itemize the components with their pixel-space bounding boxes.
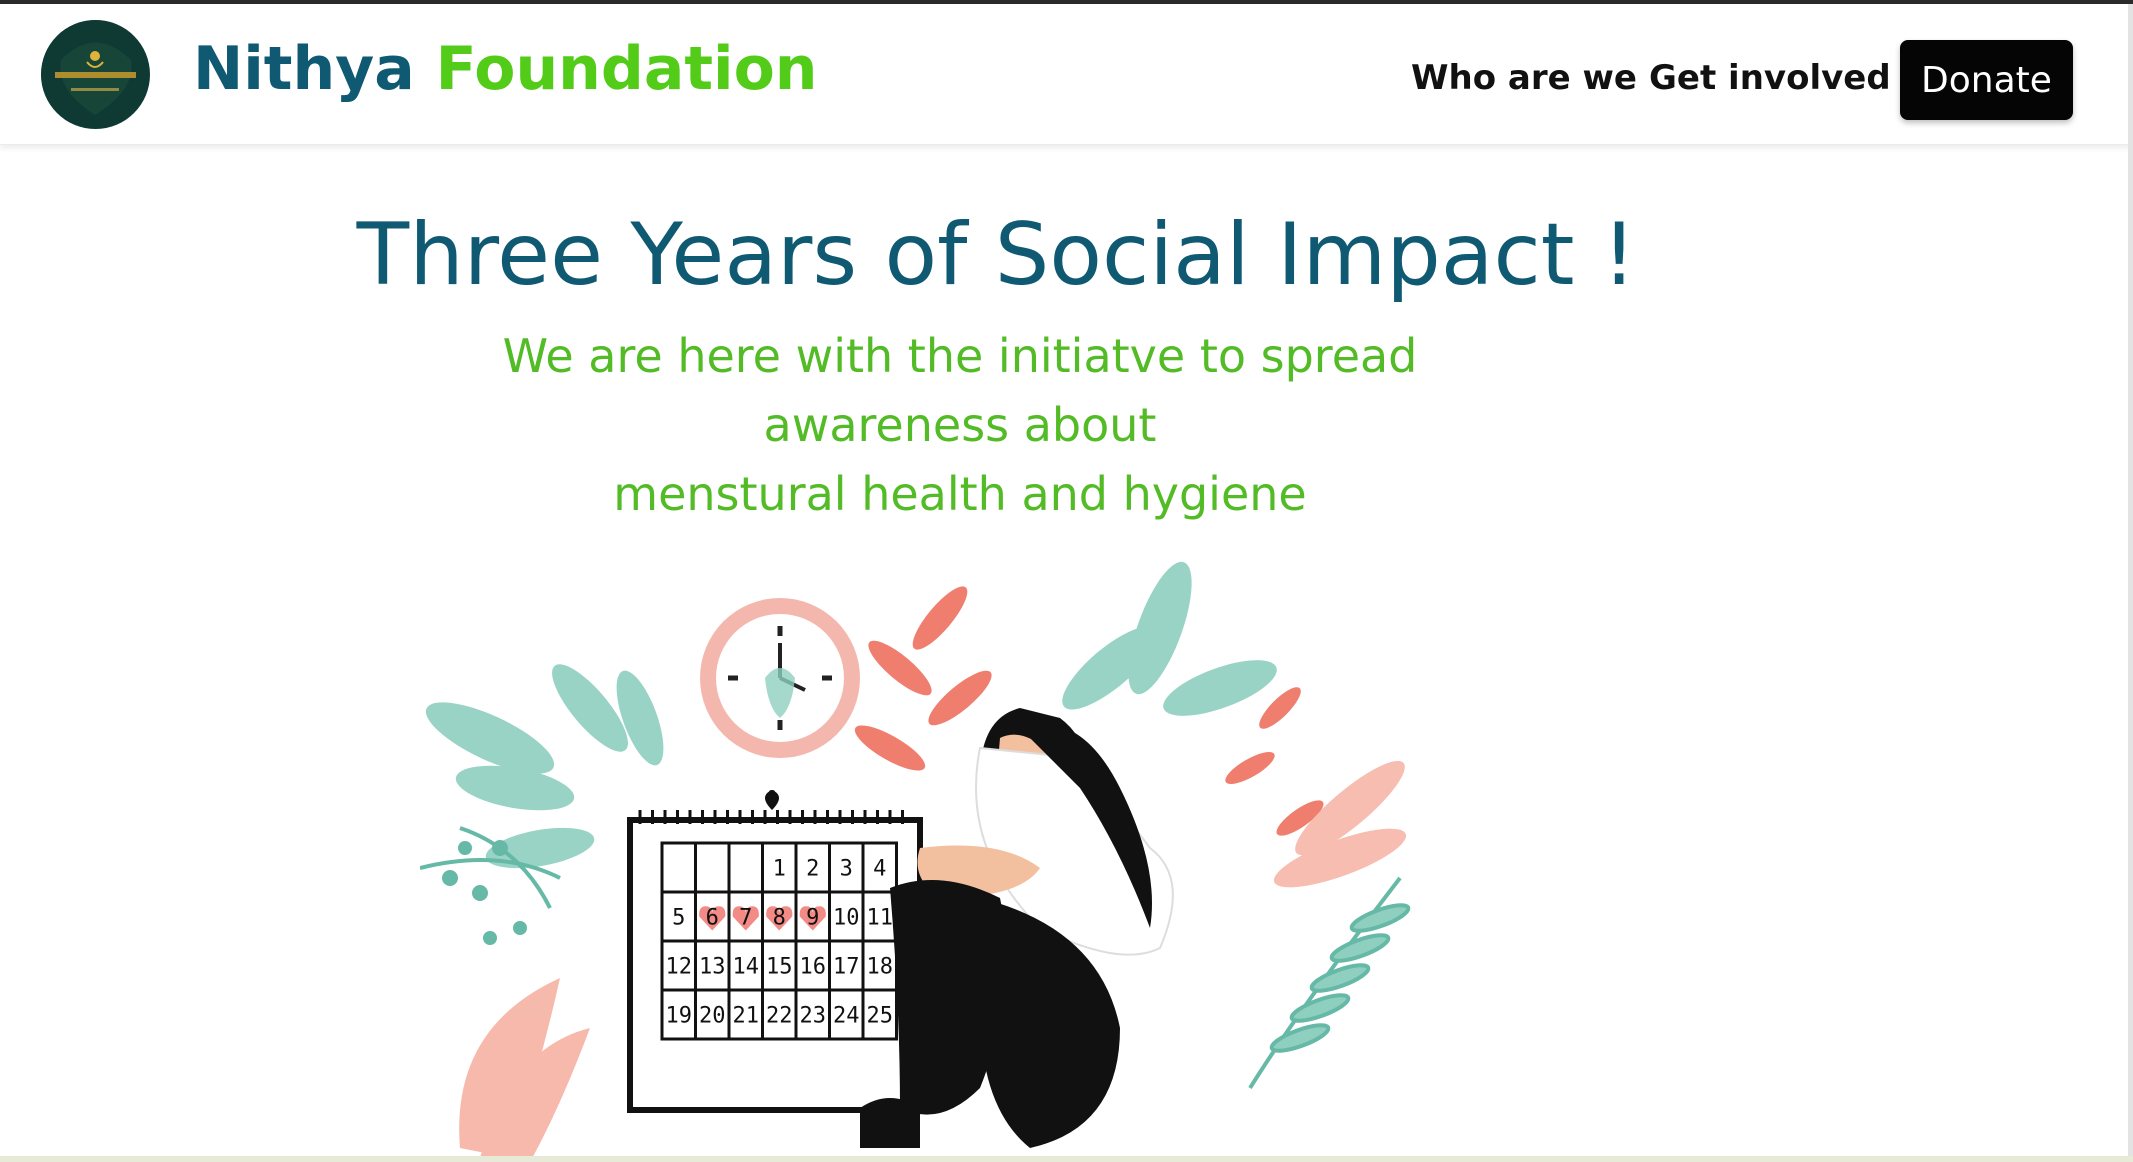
calendar-day: 6	[706, 906, 719, 931]
calendar-day: 10	[833, 906, 860, 931]
nav-who-are-we[interactable]: Who are we	[1411, 58, 1637, 98]
calendar-day: 5	[672, 906, 685, 931]
hero-title-text: Three Years of Social Impact !	[356, 205, 1637, 305]
hero-subtitle-line2: menstural health and hygiene	[613, 467, 1307, 521]
scrollbar-track[interactable]	[2128, 4, 2133, 1162]
nav-get-involved[interactable]: Get involved	[1649, 58, 1891, 98]
site-header: Nithya Foundation Who are we Get involve…	[0, 4, 2133, 145]
brand-first-word: Nithya	[193, 34, 415, 104]
calendar-day: 8	[773, 906, 786, 931]
calendar-day: 17	[833, 955, 860, 980]
calendar-day: 14	[733, 955, 760, 980]
calendar-day: 24	[833, 1004, 860, 1029]
calendar-day: 9	[806, 906, 819, 931]
logo-icon[interactable]	[41, 20, 150, 129]
brand-name[interactable]: Nithya Foundation	[193, 34, 818, 104]
calendar-day: 19	[666, 1004, 693, 1029]
calendar-day: 25	[867, 1004, 894, 1029]
calendar-day: 21	[733, 1004, 760, 1029]
calendar-day: 1	[773, 857, 786, 882]
calendar-day: 15	[766, 955, 793, 980]
bottom-strip	[0, 1156, 2133, 1162]
calendar-day: 20	[699, 1004, 726, 1029]
calendar-day: 22	[766, 1004, 793, 1029]
menstrual-calendar-illustration-icon: 1 2 3 4 5 6 7 8 9 10 11 12 13 14 15 16 17 18 19 20 21 22 23 24 2…	[420, 548, 1480, 1162]
hero-subtitle-line1: We are here with the initiatve to spread…	[502, 329, 1418, 452]
brand-second-word: Foundation	[435, 34, 818, 104]
calendar-day: 3	[840, 857, 853, 882]
calendar-day: 7	[739, 906, 752, 931]
calendar-day: 12	[666, 955, 693, 980]
hero-title: Three Years of Social Impact !	[0, 205, 2133, 305]
donate-button[interactable]: Donate	[1900, 40, 2073, 120]
calendar-day: 13	[699, 955, 726, 980]
calendar-day: 4	[873, 857, 886, 882]
calendar-day: 16	[800, 955, 827, 980]
calendar-day: 23	[800, 1004, 827, 1029]
calendar-day: 18	[867, 955, 894, 980]
hero-subtitle: We are here with the initiatve to spread…	[380, 322, 1540, 529]
calendar-day: 11	[867, 906, 894, 931]
calendar-day: 2	[806, 857, 819, 882]
